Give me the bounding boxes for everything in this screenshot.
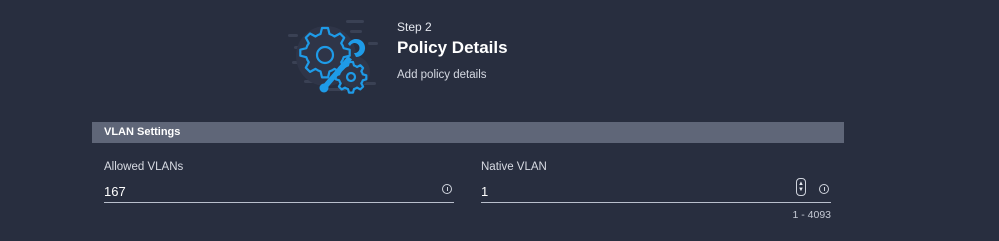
native-vlan-value: 1 — [481, 184, 489, 199]
page-title: Policy Details — [397, 38, 508, 57]
allowed-vlans-label: Allowed VLANs — [104, 161, 184, 173]
section-title: VLAN Settings — [104, 126, 181, 138]
native-vlan-label: Native VLAN — [481, 161, 547, 173]
page-subtitle: Add policy details — [397, 69, 487, 81]
info-icon[interactable] — [442, 184, 452, 194]
stepper-down-icon[interactable]: ▼ — [798, 187, 804, 193]
native-vlan-input[interactable]: 1 ▲ ▼ 1 - 4093 — [481, 178, 831, 221]
allowed-vlans-value: 167 — [104, 184, 126, 199]
gear-wrench-icon — [288, 20, 378, 94]
vlan-settings-section-header: VLAN Settings — [92, 122, 844, 143]
allowed-vlans-input[interactable]: 167 — [104, 180, 454, 203]
step-header: Step 2 Policy Details Add policy details — [397, 20, 508, 82]
allowed-vlans-field: Allowed VLANs 167 — [104, 161, 454, 203]
info-icon[interactable] — [819, 184, 829, 194]
native-vlan-field: Native VLAN 1 ▲ ▼ 1 - 4093 — [481, 161, 831, 221]
native-vlan-range-hint: 1 - 4093 — [792, 209, 831, 221]
step-label: Step 2 — [397, 20, 432, 34]
policy-gear-wrench-illustration — [288, 14, 380, 96]
stepper-icon[interactable]: ▲ ▼ — [796, 178, 806, 196]
